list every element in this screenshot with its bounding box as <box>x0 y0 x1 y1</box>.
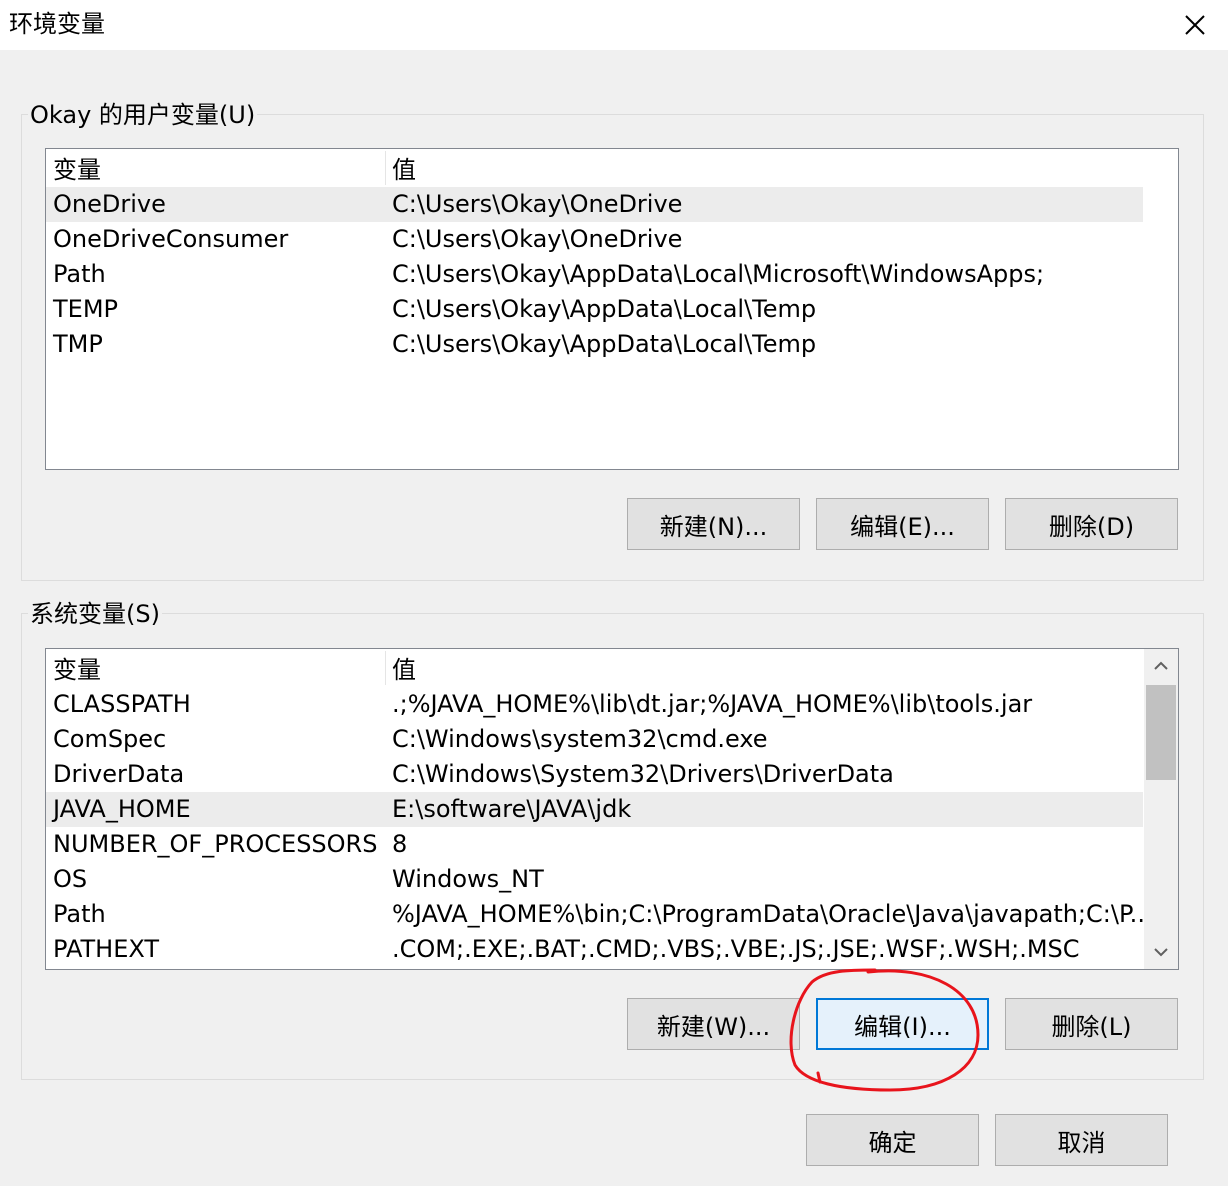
chevron-up-icon <box>1154 661 1168 670</box>
variable-name: NUMBER_OF_PROCESSORS <box>53 830 378 858</box>
table-row[interactable]: NUMBER_OF_PROCESSORS 8 <box>46 827 1143 862</box>
variable-value: .;%JAVA_HOME%\lib\dt.jar;%JAVA_HOME%\lib… <box>392 690 1033 718</box>
system-variables-list[interactable]: 变量 值 CLASSPATH .;%JAVA_HOME%\lib\dt.jar;%… <box>45 648 1179 970</box>
ok-button[interactable]: 确定 <box>806 1114 979 1166</box>
chevron-down-icon <box>1154 948 1168 957</box>
user-edit-button[interactable]: 编辑(E)... <box>816 498 989 550</box>
table-row[interactable]: CLASSPATH .;%JAVA_HOME%\lib\dt.jar;%JAVA_… <box>46 687 1143 722</box>
system-delete-button[interactable]: 删除(L) <box>1005 998 1178 1050</box>
variable-name: ComSpec <box>53 725 167 753</box>
system-variables-label: 系统变量(S) <box>28 598 162 630</box>
cancel-button[interactable]: 取消 <box>995 1114 1168 1166</box>
variable-value: 8 <box>392 830 408 858</box>
table-row[interactable]: OneDrive C:\Users\Okay\OneDrive <box>46 187 1143 222</box>
variable-name: OneDrive <box>53 190 166 218</box>
variable-name: Path <box>53 900 106 928</box>
variable-value: C:\Users\Okay\OneDrive <box>392 190 683 218</box>
table-row[interactable]: OS Windows_NT <box>46 862 1143 897</box>
variable-value: C:\Users\Okay\OneDrive <box>392 225 683 253</box>
variable-value: .COM;.EXE;.BAT;.CMD;.VBS;.VBE;.JS;.JSE;.… <box>392 935 1080 963</box>
table-row[interactable]: Path C:\Users\Okay\AppData\Local\Microsof… <box>46 257 1143 292</box>
variable-name: Path <box>53 260 106 288</box>
title-bar: 环境变量 <box>0 0 1228 50</box>
list-header: 变量 值 <box>46 649 1178 687</box>
column-separator[interactable] <box>385 651 386 685</box>
column-header-value[interactable]: 值 <box>392 153 416 188</box>
system-new-button[interactable]: 新建(W)... <box>627 998 800 1050</box>
variable-value: C:\Users\Okay\AppData\Local\Temp <box>392 295 817 323</box>
scroll-down-button[interactable] <box>1144 935 1178 969</box>
variable-value: C:\Windows\system32\cmd.exe <box>392 725 768 753</box>
user-new-button[interactable]: 新建(N)... <box>627 498 800 550</box>
variable-value: Windows_NT <box>392 865 544 893</box>
scroll-up-button[interactable] <box>1144 649 1178 683</box>
user-variables-label: Okay 的用户变量(U) <box>28 99 258 131</box>
table-row[interactable]: DriverData C:\Windows\System32\Drivers\Dr… <box>46 757 1143 792</box>
variable-value: C:\Users\Okay\AppData\Local\Microsoft\Wi… <box>392 260 1045 288</box>
list-header: 变量 值 <box>46 149 1178 187</box>
table-row[interactable]: Path %JAVA_HOME%\bin;C:\ProgramData\Oracl… <box>46 897 1153 932</box>
close-button[interactable] <box>1162 0 1228 50</box>
user-delete-button[interactable]: 删除(D) <box>1005 498 1178 550</box>
column-header-value[interactable]: 值 <box>392 653 416 688</box>
table-row[interactable]: ComSpec C:\Windows\system32\cmd.exe <box>46 722 1143 757</box>
variable-name: TMP <box>53 330 103 358</box>
variable-name: OneDriveConsumer <box>53 225 289 253</box>
variable-name: JAVA_HOME <box>53 795 191 823</box>
table-row[interactable]: TEMP C:\Users\Okay\AppData\Local\Temp <box>46 292 1143 327</box>
variable-value: C:\Windows\System32\Drivers\DriverData <box>392 760 894 788</box>
variable-value: E:\software\JAVA\jdk <box>392 795 632 823</box>
table-row[interactable]: TMP C:\Users\Okay\AppData\Local\Temp <box>46 327 1143 362</box>
variable-name: OS <box>53 865 88 893</box>
table-row[interactable]: JAVA_HOME E:\software\JAVA\jdk <box>46 792 1143 827</box>
variable-name: DriverData <box>53 760 185 788</box>
variable-name: CLASSPATH <box>53 690 191 718</box>
variable-value: C:\Users\Okay\AppData\Local\Temp <box>392 330 817 358</box>
table-row[interactable]: OneDriveConsumer C:\Users\Okay\OneDrive <box>46 222 1143 257</box>
window-title: 环境变量 <box>9 10 105 38</box>
system-edit-button[interactable]: 编辑(I)... <box>816 998 989 1050</box>
column-header-name[interactable]: 变量 <box>53 653 101 688</box>
variable-value: %JAVA_HOME%\bin;C:\ProgramData\Oracle\Ja… <box>392 900 1153 928</box>
close-icon <box>1185 15 1205 35</box>
variable-name: PATHEXT <box>53 935 160 963</box>
scrollbar-thumb[interactable] <box>1146 685 1176 780</box>
column-separator[interactable] <box>385 151 386 185</box>
variable-name: TEMP <box>53 295 119 323</box>
table-row[interactable]: PATHEXT .COM;.EXE;.BAT;.CMD;.VBS;.VBE;.JS… <box>46 932 1143 967</box>
user-variables-list[interactable]: 变量 值 OneDrive C:\Users\Okay\OneDrive OneDr… <box>45 148 1179 470</box>
column-header-name[interactable]: 变量 <box>53 153 101 188</box>
vertical-scrollbar[interactable] <box>1144 649 1178 969</box>
